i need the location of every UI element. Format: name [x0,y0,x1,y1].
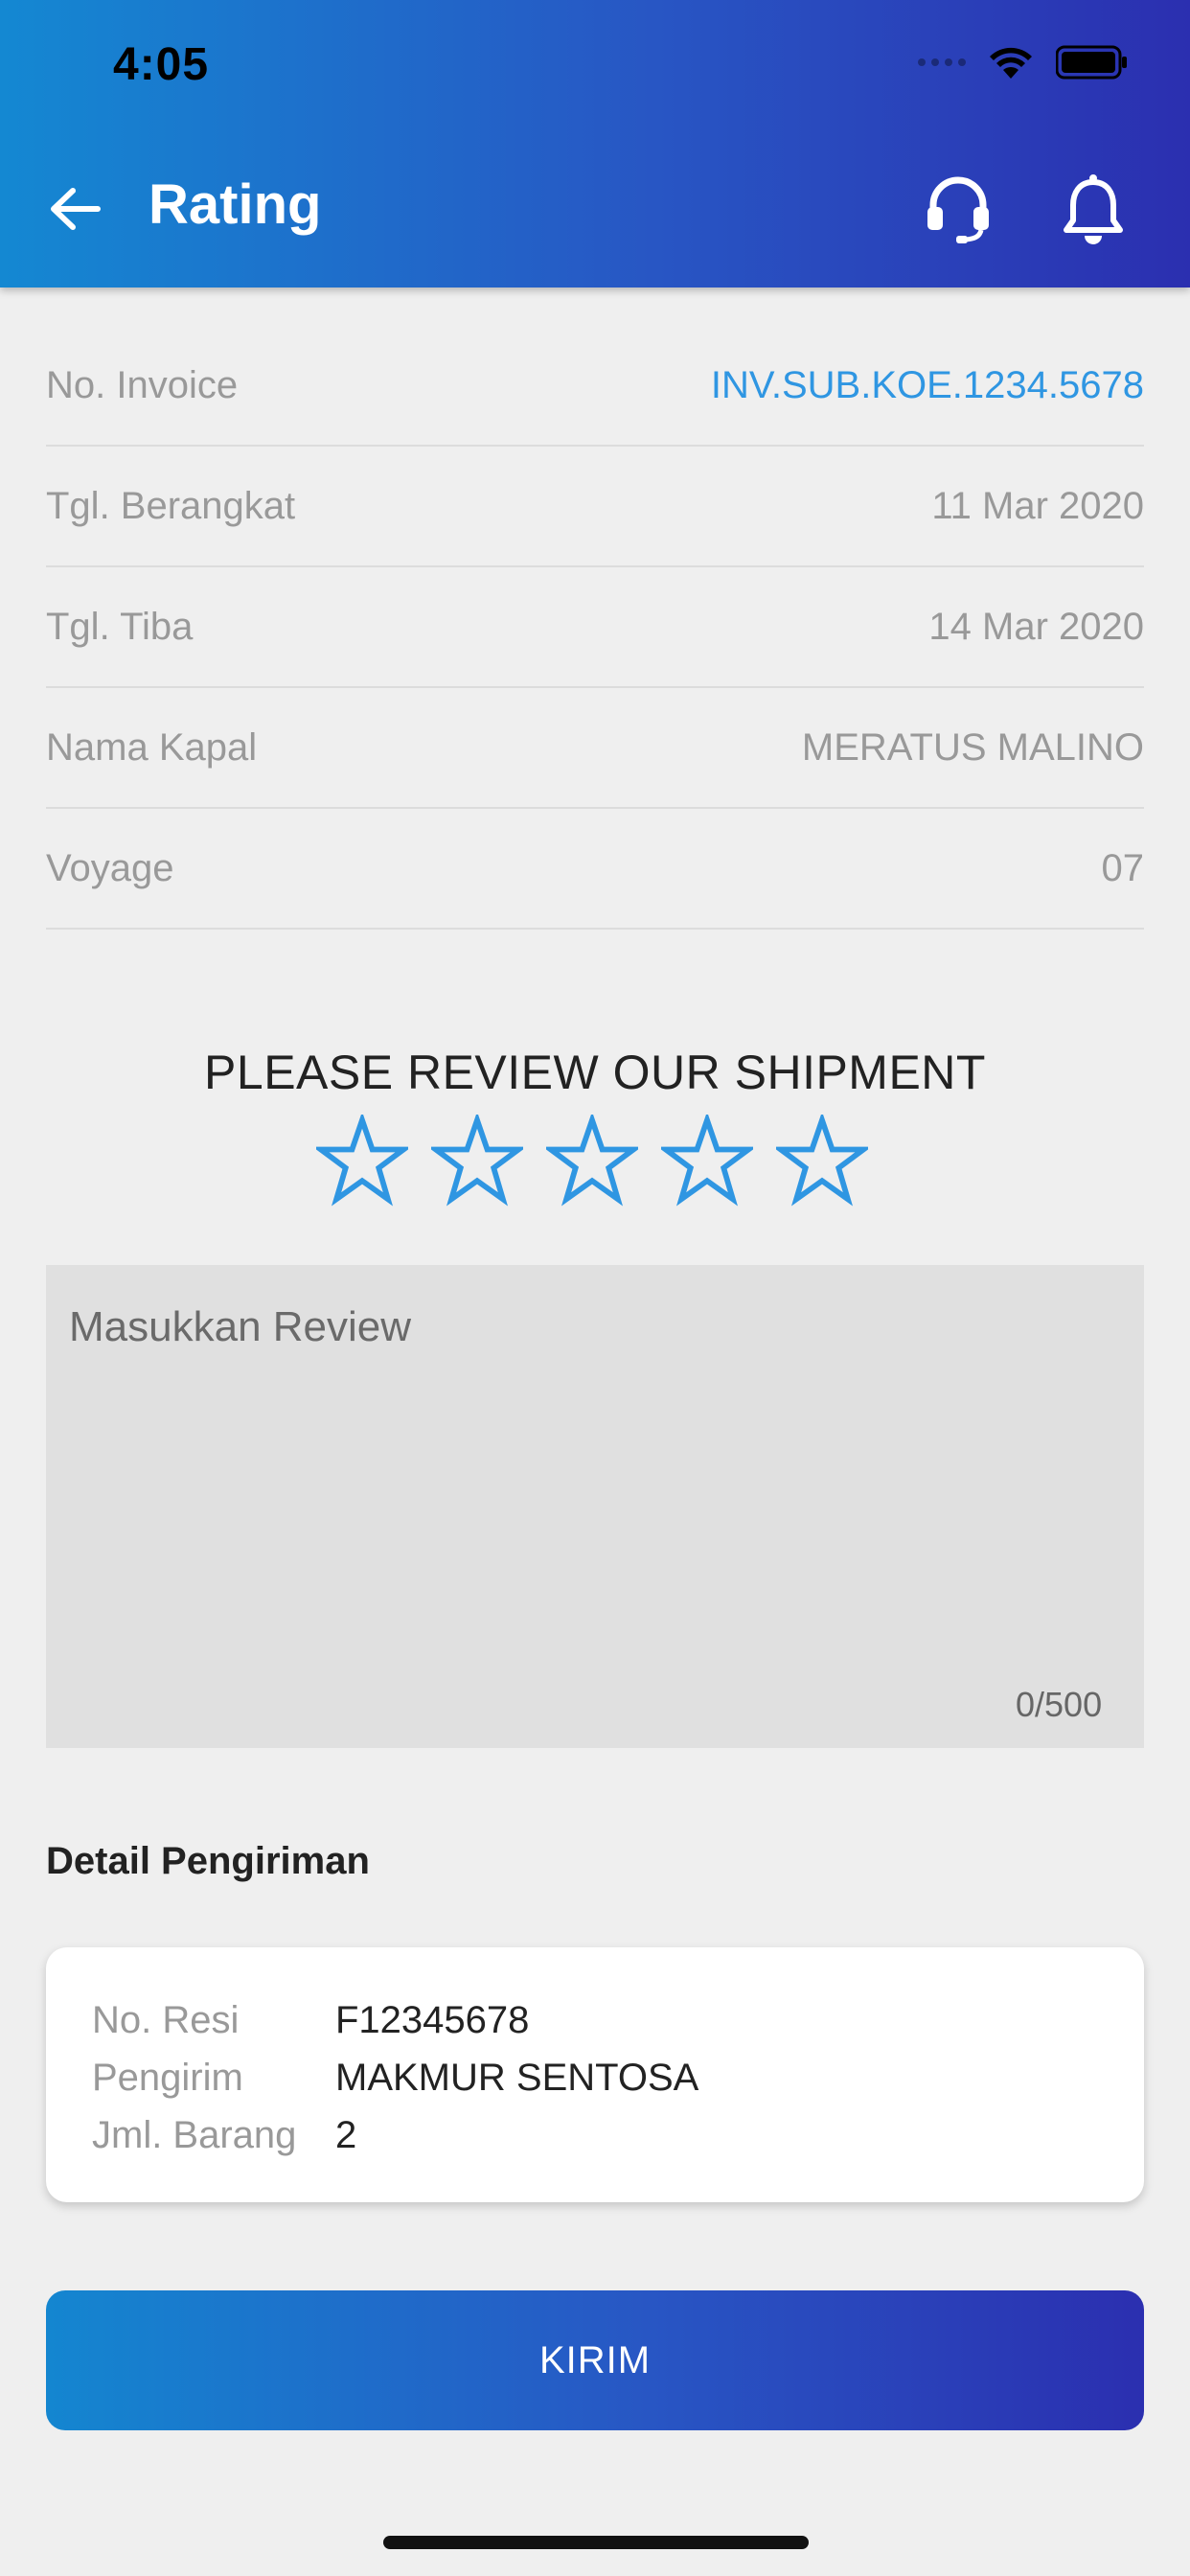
shipment-detail-card: No. Resi F12345678 Pengirim MAKMUR SENTO… [46,1947,1144,2202]
review-heading: PLEASE REVIEW OUR SHIPMENT [204,1046,986,1099]
star-icon[interactable] [661,1115,753,1207]
detail-value: 2 [335,2113,357,2156]
page-title: Rating [149,173,322,236]
info-value: 11 Mar 2020 [931,484,1144,527]
star-icon[interactable] [546,1115,638,1207]
info-row-voyage: Voyage 07 [46,809,1144,930]
invoice-link[interactable]: INV.SUB.KOE.1234.5678 [711,364,1144,407]
headset-icon [927,176,989,243]
review-input[interactable] [46,1265,1144,1748]
info-label: No. Invoice [46,363,239,406]
char-counter: 0/500 [1016,1685,1103,1724]
info-row-arrival-date: Tgl. Tiba 14 Mar 2020 [46,567,1144,688]
info-value: 07 [1101,846,1145,889]
status-icons [918,44,1129,80]
info-label: Voyage [46,846,174,889]
arrow-left-icon [51,188,101,230]
info-label: Tgl. Tiba [46,605,194,648]
star-icon[interactable] [431,1115,523,1207]
star-icon[interactable] [316,1115,408,1207]
app-header: 4:05 Rating [0,0,1190,288]
detail-row-sender: Pengirim MAKMUR SENTOSA [92,2049,1098,2106]
info-label: Tgl. Berangkat [46,484,296,527]
info-row-ship-name: Nama Kapal MERATUS MALINO [46,688,1144,809]
app-bar: Rating [0,163,1190,249]
info-value: MERATUS MALINO [801,725,1144,769]
shipment-info-list: No. Invoice INV.SUB.KOE.1234.5678 Tgl. B… [46,326,1144,930]
signal-icon [918,58,966,66]
star-icon[interactable] [776,1115,868,1207]
bell-icon [1064,174,1123,244]
detail-row-receipt: No. Resi F12345678 [92,1991,1098,2049]
info-row-departure-date: Tgl. Berangkat 11 Mar 2020 [46,447,1144,567]
detail-label: No. Resi [92,1998,240,2041]
wifi-icon [990,47,1032,79]
detail-value: MAKMUR SENTOSA [335,2056,699,2099]
home-indicator[interactable] [383,2536,809,2549]
detail-row-item-count: Jml. Barang 2 [92,2106,1098,2164]
section-title-detail: Detail Pengiriman [46,1840,370,1882]
status-time: 4:05 [113,39,210,90]
star-rating [316,1115,868,1207]
back-button[interactable] [48,180,115,238]
detail-value: F12345678 [335,1998,530,2041]
submit-button[interactable]: KIRIM [46,2290,1144,2430]
info-label: Nama Kapal [46,725,258,769]
notification-button[interactable] [1062,172,1138,249]
detail-label: Jml. Barang [92,2113,297,2156]
battery-icon [1056,45,1127,80]
info-row-invoice: No. Invoice INV.SUB.KOE.1234.5678 [46,326,1144,447]
info-value: 14 Mar 2020 [928,605,1144,648]
detail-label: Pengirim [92,2056,243,2099]
customer-support-button[interactable] [920,171,996,247]
